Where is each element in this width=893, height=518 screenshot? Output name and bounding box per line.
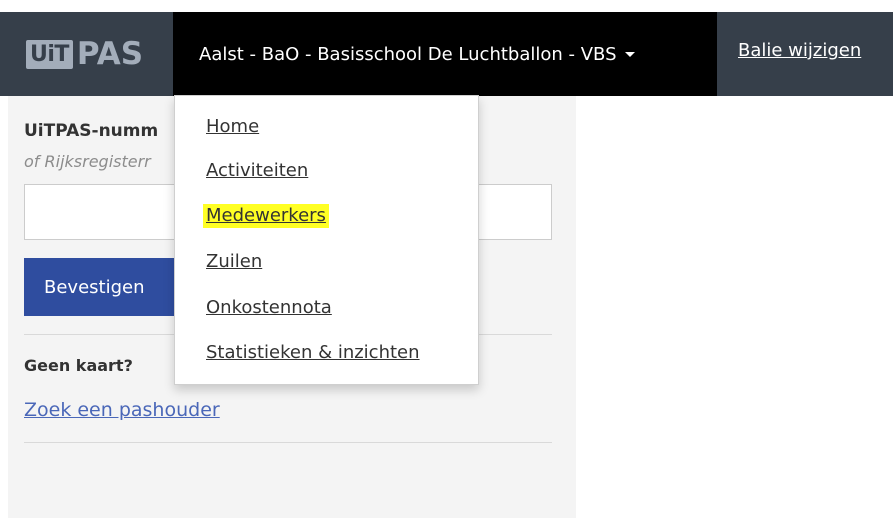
divider <box>24 442 552 443</box>
pas-number-hint: of Rijksregisterr <box>24 152 151 171</box>
change-balie-link[interactable]: Balie wijzigen <box>738 40 861 61</box>
menu-item-medewerkers[interactable]: Medewerkers <box>203 204 329 228</box>
uitpas-logo[interactable]: UiT PAS <box>0 12 173 96</box>
logo-pas-text: PAS <box>76 36 144 72</box>
menu-item-statistieken[interactable]: Statistieken & inzichten <box>206 341 420 365</box>
top-navbar: UiT PAS Aalst - BaO - Basisschool De Luc… <box>0 12 893 96</box>
menu-item-activiteiten[interactable]: Activiteiten <box>206 159 308 183</box>
balie-dropdown-toggle[interactable]: Aalst - BaO - Basisschool De Luchtballon… <box>173 12 717 96</box>
menu-item-zuilen[interactable]: Zuilen <box>206 250 262 274</box>
search-passholder-link[interactable]: Zoek een pashouder <box>24 399 220 421</box>
menu-item-home[interactable]: Home <box>206 115 259 139</box>
balie-dropdown-menu: Home Activiteiten Medewerkers Zuilen Onk… <box>174 95 479 385</box>
logo-uit-badge: UiT <box>26 39 73 69</box>
caret-down-icon <box>624 51 635 57</box>
no-card-label: Geen kaart? <box>24 356 133 375</box>
balie-name: Aalst - BaO - Basisschool De Luchtballon… <box>199 43 617 65</box>
menu-item-onkostennota[interactable]: Onkostennota <box>206 296 332 320</box>
confirm-button[interactable]: Bevestigen <box>24 258 184 316</box>
pas-number-label: UiTPAS-numm <box>24 121 159 141</box>
